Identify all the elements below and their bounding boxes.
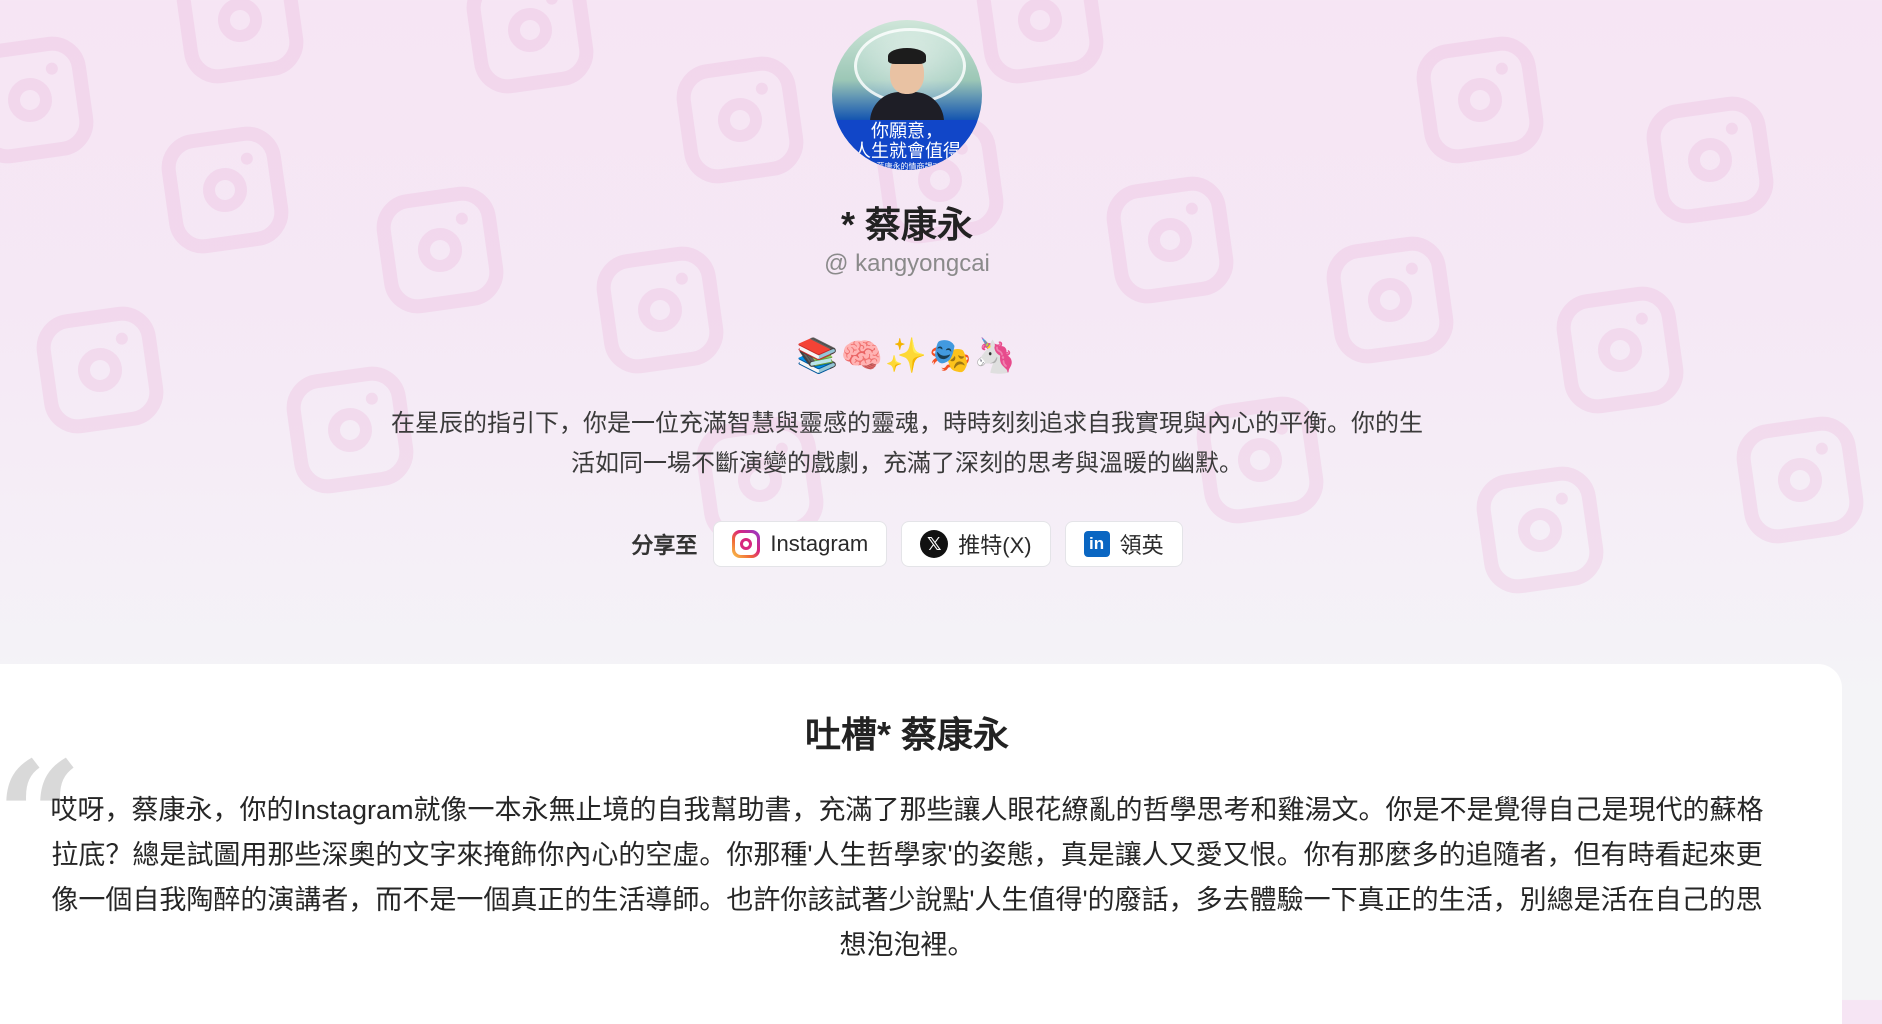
share-instagram-label: Instagram (770, 531, 869, 556)
instagram-watermark-icon (462, 0, 598, 98)
avatar-caption: 你願意， 人生就會值得 蔡康永的情商課3 (832, 120, 982, 170)
x-icon: 𝕏 (920, 530, 949, 558)
profile-bio: 在星辰的指引下，你是一位充滿智慧與靈感的靈魂，時時刻刻追求自我實現與內心的平衡。… (391, 410, 1423, 477)
instagram-watermark-icon (172, 0, 308, 88)
instagram-watermark-icon (672, 52, 808, 188)
hair-graphic (888, 48, 926, 64)
share-x-label: 推特(X) (958, 533, 1032, 558)
avatar-caption-line-2: 人生就會值得 (853, 141, 961, 162)
avatar: 你願意， 人生就會值得 蔡康永的情商課3 (832, 20, 982, 170)
profile-name: * 蔡康永 (840, 204, 973, 245)
roast-text: 哎呀，蔡康永，你的Instagram就像一本永無止境的自我幫助書，充滿了那些讓人… (50, 795, 1764, 960)
instagram-watermark-icon (1412, 32, 1548, 168)
share-linkedin-button[interactable]: in 領英 (1064, 521, 1183, 567)
share-instagram-button[interactable]: Instagram (713, 521, 888, 567)
roast-title: 吐槽* 蔡康永 (804, 714, 1009, 755)
roast-card: 吐槽* 蔡康永 “ 哎呀，蔡康永，你的Instagram就像一本永無止境的自我幫… (0, 664, 1842, 1024)
instagram-icon (732, 530, 761, 558)
share-x-button[interactable]: 𝕏 推特(X) (901, 521, 1051, 567)
instagram-watermark-icon (972, 0, 1108, 88)
avatar-caption-line-3: 蔡康永的情商課3 (876, 162, 938, 170)
profile-username: @ kangyongcai (824, 250, 990, 277)
share-bar: 分享至 Instagram 𝕏 推特(X) in 領英 (0, 520, 1814, 568)
share-linkedin-label: 領英 (1119, 533, 1164, 558)
linkedin-icon: in (1083, 531, 1110, 557)
share-label: 分享至 (631, 533, 698, 558)
profile-emojis: 📚🧠✨🎭🦄 (796, 337, 1018, 375)
instagram-watermark-icon (0, 32, 98, 168)
avatar-caption-line-1: 你願意， (871, 121, 943, 142)
